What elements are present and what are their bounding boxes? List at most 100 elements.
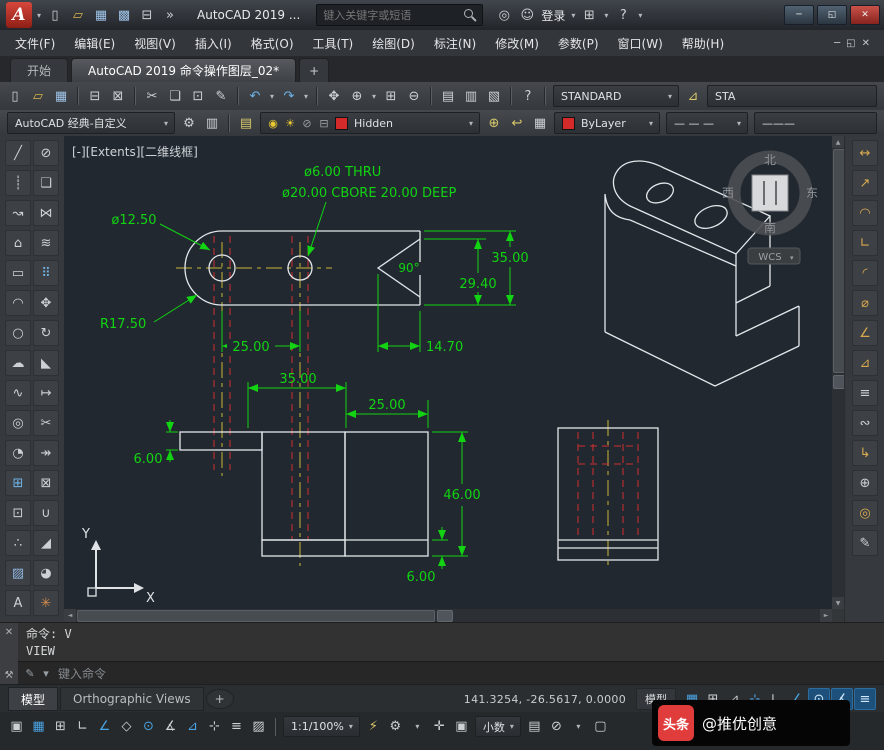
copy-icon[interactable]: ❏ xyxy=(164,85,186,107)
undo-caret-icon[interactable]: ▾ xyxy=(267,85,277,107)
viewport-controls-label[interactable]: [-][Extents][二维线框] xyxy=(72,145,198,159)
dim-arc-length-icon[interactable]: ◠ xyxy=(852,200,878,226)
doc-close-icon[interactable]: ✕ xyxy=(862,38,870,49)
horizontal-scrollbar[interactable]: ◄ ► xyxy=(64,609,832,622)
offset-icon[interactable]: ≋ xyxy=(33,230,59,256)
quick-properties-icon[interactable]: ▤ xyxy=(524,716,545,737)
match-properties-icon[interactable]: ✎ xyxy=(210,85,232,107)
new-icon[interactable]: ▯ xyxy=(4,85,26,107)
viewcube-face[interactable] xyxy=(751,174,789,212)
workspace-gear-icon[interactable]: ⚙ xyxy=(178,112,200,134)
annotation-align-icon[interactable]: ⊿ xyxy=(682,85,704,107)
redo-caret-icon[interactable]: ▾ xyxy=(301,85,311,107)
drawing-viewport[interactable]: [-][Extents][二维线框] ø12.50 ø6.00 THRU ø20… xyxy=(64,136,832,609)
line-tool-icon[interactable]: ╱ xyxy=(5,140,31,166)
menu-item-10[interactable]: 窗口(W) xyxy=(609,30,672,56)
layer-plot-icon[interactable]: ⊟ xyxy=(316,115,332,131)
lineweight-display-icon[interactable]: ≡ xyxy=(854,688,876,710)
viewcube-east-label[interactable]: 东 xyxy=(806,186,818,200)
app-store-icon[interactable]: ⊞ xyxy=(578,4,600,26)
clean-screen-icon[interactable]: ▢ xyxy=(590,716,611,737)
doc-restore-icon[interactable]: ◱ xyxy=(846,38,855,49)
make-block-icon[interactable]: ⊡ xyxy=(5,500,31,526)
toolbar-overflow-icon[interactable]: » xyxy=(159,4,181,26)
fillet-icon[interactable]: ◕ xyxy=(33,560,59,586)
revision-cloud-icon[interactable]: ☁ xyxy=(5,350,31,376)
command-prompt[interactable]: 键入命令 xyxy=(58,665,106,682)
dim-continue-icon[interactable]: ∾ xyxy=(852,410,878,436)
qsave-icon[interactable]: ▦ xyxy=(90,4,112,26)
command-caret-icon[interactable]: ▾ xyxy=(38,666,54,682)
zoom-previous-icon[interactable]: ⊖ xyxy=(403,85,425,107)
dim-aligned-icon[interactable]: ↗ xyxy=(852,170,878,196)
qnew-icon[interactable]: ▯ xyxy=(44,4,66,26)
minimize-button[interactable]: ─ xyxy=(784,5,814,25)
command-input-row[interactable]: ✎ ▾ 键入命令 xyxy=(18,661,884,685)
hardware-accel-icon[interactable]: ▣ xyxy=(451,716,472,737)
wcs-caret-icon[interactable]: ▾ xyxy=(790,254,794,262)
menu-item-2[interactable]: 视图(V) xyxy=(125,30,185,56)
units-combo[interactable]: 小数 ▾ xyxy=(474,716,521,737)
store-caret-icon[interactable]: ▾ xyxy=(601,4,611,26)
grid-toggle-icon[interactable]: ▦ xyxy=(28,716,49,737)
insert-block-icon[interactable]: ⊞ xyxy=(5,470,31,496)
polyline-icon[interactable]: ↝ xyxy=(5,200,31,226)
menu-item-8[interactable]: 修改(M) xyxy=(486,30,548,56)
help-question-icon[interactable]: ? xyxy=(517,85,539,107)
open-icon[interactable]: ▱ xyxy=(27,85,49,107)
maximize-button[interactable]: ◱ xyxy=(817,5,847,25)
rotate-icon[interactable]: ↻ xyxy=(33,320,59,346)
tolerance-icon[interactable]: ⊕ xyxy=(852,470,878,496)
mirror-icon[interactable]: ⋈ xyxy=(33,200,59,226)
layout-tab-orthographic-views[interactable]: Orthographic Views xyxy=(60,687,204,711)
close-button[interactable]: ✕ xyxy=(850,5,880,25)
scroll-right-button[interactable]: ► xyxy=(820,609,832,622)
dim-angular-icon[interactable]: ∠ xyxy=(852,320,878,346)
layer-combo[interactable]: ◉ ☀ ⊘ ⊟ Hidden ▾ xyxy=(260,112,480,134)
redo-icon[interactable]: ↷ xyxy=(278,85,300,107)
hatch-icon[interactable]: ▨ xyxy=(5,560,31,586)
polygon-icon[interactable]: ⌂ xyxy=(5,230,31,256)
dyn-input-toggle-icon[interactable]: ⊹ xyxy=(204,716,225,737)
caret-icon[interactable]: ▾ xyxy=(347,722,355,731)
linetype-combo[interactable]: — — — ▾ xyxy=(666,112,748,134)
trim-icon[interactable]: ✂ xyxy=(33,410,59,436)
scroll-up-button[interactable]: ▲ xyxy=(832,136,844,148)
signin-caret-icon[interactable]: ▾ xyxy=(568,4,578,26)
save-icon[interactable]: ▦ xyxy=(50,85,72,107)
zoom-realtime-icon[interactable]: ⊕ xyxy=(346,85,368,107)
join-icon[interactable]: ∪ xyxy=(33,500,59,526)
caret-icon[interactable]: ▾ xyxy=(647,119,655,128)
ellipse-icon[interactable]: ◎ xyxy=(5,410,31,436)
arc-icon[interactable]: ◠ xyxy=(5,290,31,316)
dyn-ucs-icon[interactable]: ⊿ xyxy=(182,716,203,737)
make-layer-current-icon[interactable]: ⊕ xyxy=(483,112,505,134)
app-logo-icon[interactable]: A xyxy=(6,2,32,28)
user-icon[interactable]: ☺ xyxy=(516,4,538,26)
zoom-caret-icon[interactable]: ▾ xyxy=(369,85,379,107)
color-combo[interactable]: ByLayer ▾ xyxy=(554,112,660,134)
annotation-autoscale-icon[interactable]: ⚡ xyxy=(363,716,384,737)
lock-ui-icon[interactable]: ⊘ xyxy=(546,716,567,737)
horizontal-scroll-thumb[interactable] xyxy=(77,610,435,622)
help-caret-icon[interactable]: ▾ xyxy=(635,4,645,26)
caret-icon[interactable]: ▾ xyxy=(162,119,170,128)
otrack-toggle-icon[interactable]: ∡ xyxy=(160,716,181,737)
viewcube-south-label[interactable]: 南 xyxy=(764,220,776,235)
ortho-toggle-icon[interactable]: ∟ xyxy=(72,716,93,737)
menu-item-5[interactable]: 工具(T) xyxy=(304,30,363,56)
dim-baseline-icon[interactable]: ≡ xyxy=(852,380,878,406)
help-icon[interactable]: ? xyxy=(612,4,634,26)
annotation-scale-combo[interactable]: 1:1/100% ▾ xyxy=(283,716,360,737)
vertical-scrollbar[interactable]: ▲ ▼ xyxy=(832,136,845,609)
search-input[interactable] xyxy=(321,7,464,23)
tab-start[interactable]: 开始 xyxy=(10,58,69,82)
layer-states-icon[interactable]: ▦ xyxy=(529,112,551,134)
layer-lock-icon[interactable]: ⊘ xyxy=(299,115,315,131)
erase-icon[interactable]: ⊘ xyxy=(33,140,59,166)
plot-icon[interactable]: ⊟ xyxy=(84,85,106,107)
dim-style-icon[interactable]: ✎ xyxy=(852,530,878,556)
plot-preview-icon[interactable]: ⊠ xyxy=(107,85,129,107)
workspace-settings-icon[interactable]: ▥ xyxy=(201,112,223,134)
circle-icon[interactable]: ○ xyxy=(5,320,31,346)
